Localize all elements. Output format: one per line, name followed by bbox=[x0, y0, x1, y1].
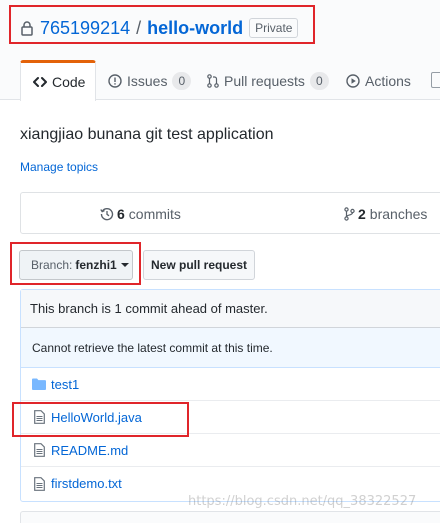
tab-issues-label: Issues bbox=[127, 72, 168, 89]
git-branch-icon bbox=[344, 207, 355, 221]
file-link-readme[interactable]: README.md bbox=[51, 443, 128, 458]
highlight-box-branch bbox=[10, 242, 141, 285]
file-row-test1[interactable]: test1 bbox=[21, 368, 440, 401]
readme-box bbox=[20, 511, 440, 523]
branches-link[interactable]: 2 branches bbox=[344, 205, 427, 223]
tab-pull-requests-label: Pull requests bbox=[224, 72, 305, 89]
issues-counter: 0 bbox=[172, 71, 192, 90]
play-icon bbox=[346, 73, 360, 88]
tab-issues[interactable]: Issues 0 bbox=[108, 60, 192, 101]
tab-actions-label: Actions bbox=[365, 72, 411, 89]
git-pull-request-icon bbox=[207, 73, 219, 88]
tab-code-label: Code bbox=[52, 74, 86, 90]
commits-count: 6 bbox=[117, 206, 125, 222]
manage-topics-link[interactable]: Manage topics bbox=[20, 160, 98, 174]
project-icon[interactable] bbox=[431, 72, 440, 88]
issue-opened-icon bbox=[108, 73, 122, 88]
pull-requests-counter: 0 bbox=[309, 71, 329, 90]
branches-count: 2 bbox=[358, 206, 366, 222]
history-icon bbox=[100, 207, 114, 221]
tab-pull-requests[interactable]: Pull requests 0 bbox=[207, 60, 329, 101]
file-link-test1[interactable]: test1 bbox=[51, 377, 79, 392]
watermark: https://blog.csdn.net/qq_38322527 bbox=[188, 494, 417, 509]
repo-description: xiangjiao bunana git test application bbox=[20, 126, 274, 143]
highlight-box-repo-title bbox=[9, 5, 315, 44]
tab-actions[interactable]: Actions bbox=[346, 60, 411, 101]
branch-ahead-message: This branch is 1 commit ahead of master. bbox=[21, 290, 440, 328]
file-link-firstdemo[interactable]: firstdemo.txt bbox=[51, 476, 122, 491]
commit-tease-error: Cannot retrieve the latest commit at thi… bbox=[21, 328, 440, 368]
branches-label: branches bbox=[369, 206, 428, 222]
file-icon bbox=[31, 476, 47, 491]
tab-code[interactable]: Code bbox=[20, 60, 96, 101]
commits-label: commits bbox=[128, 206, 181, 222]
file-row-readme[interactable]: README.md bbox=[21, 434, 440, 467]
code-icon bbox=[33, 76, 47, 88]
new-pull-request-button[interactable]: New pull request bbox=[143, 250, 255, 280]
commits-link[interactable]: 6 commits bbox=[100, 205, 181, 223]
file-icon bbox=[31, 443, 47, 457]
folder-icon bbox=[31, 378, 47, 390]
highlight-box-helloworld bbox=[12, 402, 189, 437]
